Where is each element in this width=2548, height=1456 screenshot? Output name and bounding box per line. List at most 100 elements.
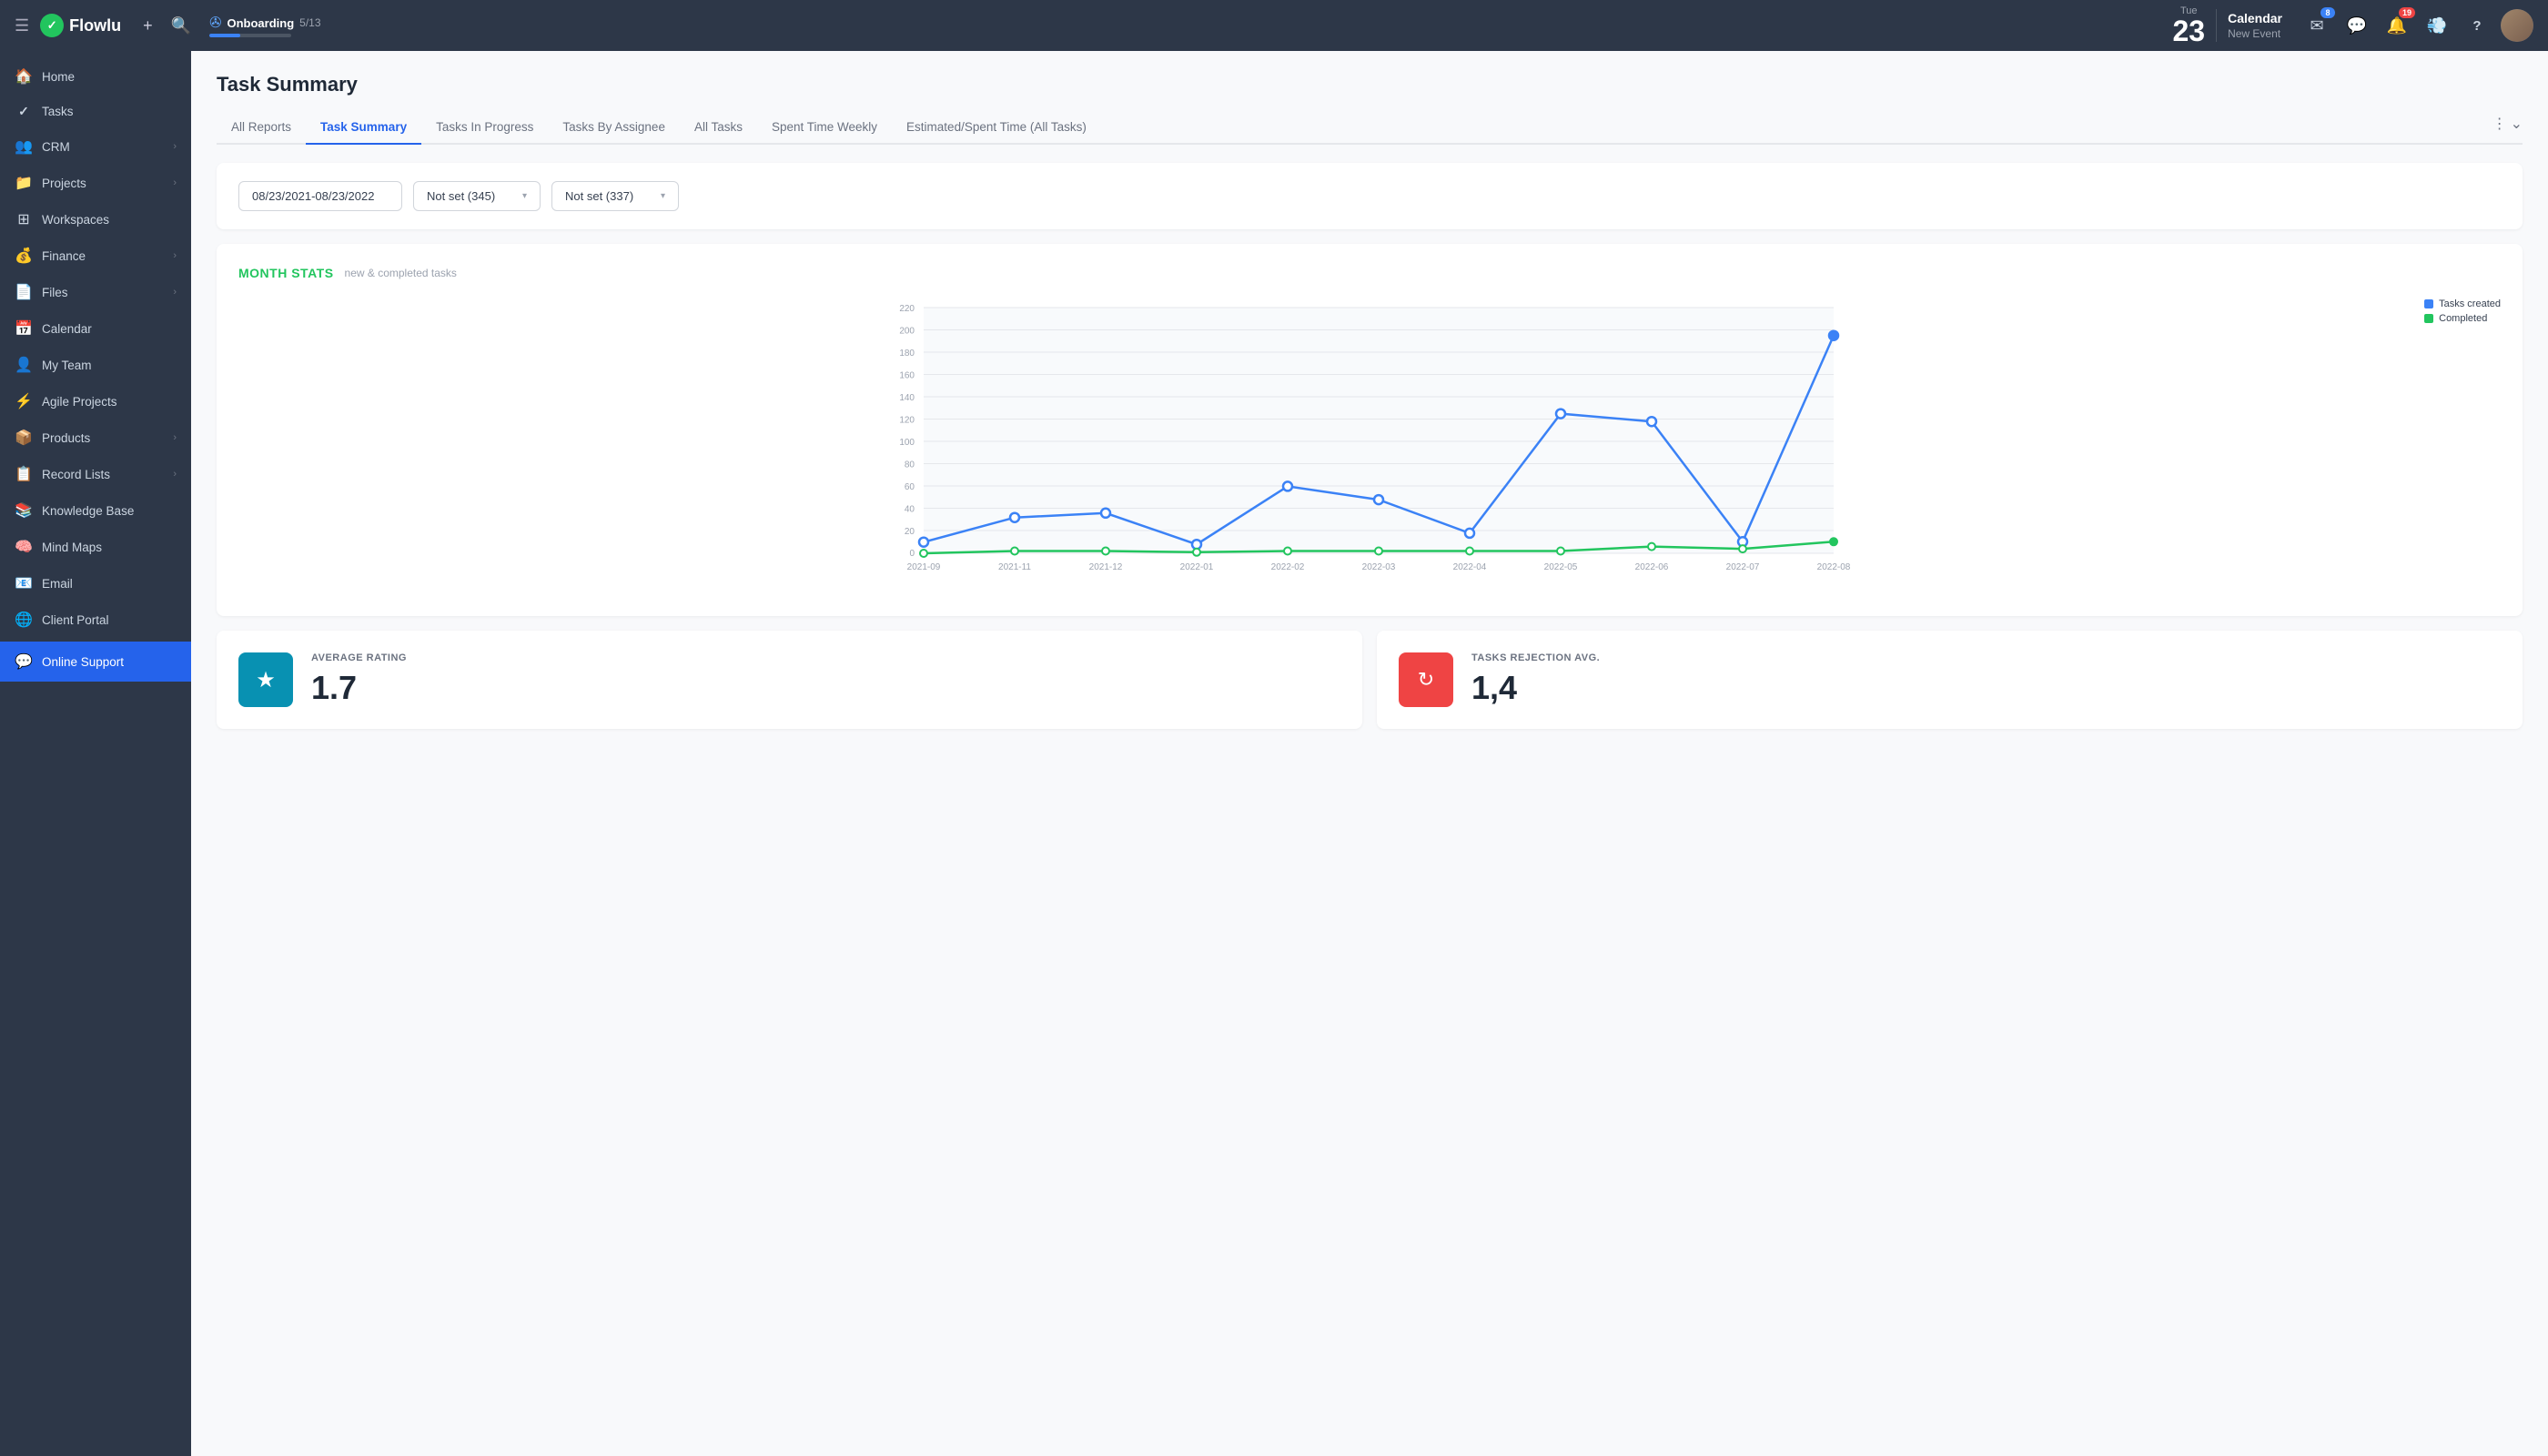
calendar-title: Calendar xyxy=(2228,11,2282,25)
sidebar-item-finance[interactable]: 💰 Finance › xyxy=(0,238,191,274)
bell-button[interactable]: 🔔 19 xyxy=(2381,9,2413,42)
date-range-value: 08/23/2021-08/23/2022 xyxy=(252,189,374,203)
y-label: 40 xyxy=(905,505,915,515)
tab-spent-time-weekly[interactable]: Spent Time Weekly xyxy=(757,111,892,143)
x-label: 2022-06 xyxy=(1635,562,1669,572)
chart-subtitle: new & completed tasks xyxy=(345,267,457,279)
chart-dot-green xyxy=(1739,545,1746,552)
calendar-section[interactable]: Calendar New Event xyxy=(2228,11,2282,40)
chart-dot-green xyxy=(1011,548,1018,555)
y-label: 0 xyxy=(909,549,915,559)
chart-container: Tasks created Completed xyxy=(238,298,2501,594)
tabs-more-icon[interactable]: ⋮ xyxy=(2492,115,2507,133)
onboarding-label: Onboarding xyxy=(227,16,294,30)
sidebar-item-calendar[interactable]: 📅 Calendar xyxy=(0,310,191,347)
calendar-sub: New Event xyxy=(2228,27,2282,40)
avg-rating-content: AVERAGE RATING 1.7 xyxy=(311,652,407,707)
hamburger-menu[interactable]: ☰ xyxy=(15,16,29,35)
chart-dot xyxy=(1556,410,1565,419)
sidebar-item-crm[interactable]: 👥 CRM › xyxy=(0,128,191,165)
chart-dot xyxy=(1192,540,1201,549)
chart-dot-green xyxy=(1830,538,1837,545)
tab-all-tasks[interactable]: All Tasks xyxy=(680,111,757,143)
sidebar-label-recordlists: Record Lists xyxy=(42,468,164,481)
bell-icon: 🔔 xyxy=(2387,16,2407,35)
main-content: Task Summary All Reports Task Summary Ta… xyxy=(191,51,2548,1456)
date-range-filter[interactable]: 08/23/2021-08/23/2022 xyxy=(238,181,402,211)
sidebar-item-email[interactable]: 📧 Email xyxy=(0,565,191,602)
comment-button[interactable]: 💨 xyxy=(2421,9,2453,42)
legend-dot-green xyxy=(2424,314,2433,323)
chevron-down-icon: ▾ xyxy=(661,191,665,201)
tasks-icon: ✓ xyxy=(15,104,33,119)
sidebar-item-myteam[interactable]: 👤 My Team xyxy=(0,347,191,383)
y-label: 100 xyxy=(899,438,915,448)
sidebar-item-knowledgebase[interactable]: 📚 Knowledge Base xyxy=(0,492,191,529)
legend-label-completed: Completed xyxy=(2439,313,2487,324)
sidebar-item-online-support[interactable]: 💬 Online Support xyxy=(0,642,191,682)
x-label: 2021-12 xyxy=(1089,562,1123,572)
chart-dot xyxy=(1374,495,1383,504)
chart-dot-green xyxy=(1193,549,1200,556)
chart-dot xyxy=(1010,513,1019,522)
onboarding-section[interactable]: ✇ Onboarding 5/13 xyxy=(209,14,320,37)
filter-select-1[interactable]: Not set (345) ▾ xyxy=(413,181,541,211)
tab-task-summary[interactable]: Task Summary xyxy=(306,111,421,143)
top-navigation: ☰ ✓ Flowlu + 🔍 ✇ Onboarding 5/13 Tue 23 … xyxy=(0,0,2548,51)
report-tabs: All Reports Task Summary Tasks In Progre… xyxy=(217,111,2523,145)
tab-estimated-spent-time[interactable]: Estimated/Spent Time (All Tasks) xyxy=(892,111,1101,143)
chat-button[interactable]: 💬 xyxy=(2341,9,2373,42)
logo-text: Flowlu xyxy=(69,16,121,35)
tab-tasks-by-assignee[interactable]: Tasks By Assignee xyxy=(548,111,680,143)
sidebar-item-projects[interactable]: 📁 Projects › xyxy=(0,165,191,201)
filter-select-2-label: Not set (337) xyxy=(565,189,633,203)
avg-rating-value: 1.7 xyxy=(311,669,407,707)
top-icon-group: ✉ 8 💬 🔔 19 💨 ? xyxy=(2300,9,2533,42)
date-day-number: 23 xyxy=(2172,16,2205,46)
sidebar-item-tasks[interactable]: ✓ Tasks xyxy=(0,95,191,128)
x-label: 2021-11 xyxy=(998,562,1031,572)
x-label: 2022-01 xyxy=(1180,562,1214,572)
projects-icon: 📁 xyxy=(15,174,33,192)
sidebar-item-products[interactable]: 📦 Products › xyxy=(0,420,191,456)
tabs-expand-icon[interactable]: ⌄ xyxy=(2511,115,2523,133)
help-button[interactable]: ? xyxy=(2461,9,2493,42)
user-avatar[interactable] xyxy=(2501,9,2533,42)
calendar-icon: 📅 xyxy=(15,319,33,338)
tab-all-reports[interactable]: All Reports xyxy=(217,111,306,143)
search-button[interactable]: 🔍 xyxy=(167,13,195,39)
x-label: 2022-05 xyxy=(1544,562,1578,572)
sidebar-item-agile[interactable]: ⚡ Agile Projects xyxy=(0,383,191,420)
sidebar-item-mindmaps[interactable]: 🧠 Mind Maps xyxy=(0,529,191,565)
rejection-icon: ↻ xyxy=(1399,652,1453,707)
chevron-right-icon: › xyxy=(173,177,177,188)
chart-dot-green xyxy=(1557,548,1564,555)
sidebar-item-workspaces[interactable]: ⊞ Workspaces xyxy=(0,201,191,238)
chart-dot-green xyxy=(920,550,927,557)
avg-rating-label: AVERAGE RATING xyxy=(311,652,407,663)
sidebar-label-files: Files xyxy=(42,286,164,299)
bell-badge: 19 xyxy=(2399,7,2415,18)
myteam-icon: 👤 xyxy=(15,356,33,374)
sidebar-label-email: Email xyxy=(42,577,177,591)
tab-tasks-in-progress[interactable]: Tasks In Progress xyxy=(421,111,548,143)
chart-dot xyxy=(1283,481,1292,490)
page-title: Task Summary xyxy=(217,73,2523,96)
sidebar-item-recordlists[interactable]: 📋 Record Lists › xyxy=(0,456,191,492)
logo-shield-icon: ✓ xyxy=(40,14,64,37)
chart-dot xyxy=(919,538,928,547)
chevron-right-icon: › xyxy=(173,250,177,261)
x-label: 2022-03 xyxy=(1362,562,1396,572)
sidebar-item-clientportal[interactable]: 🌐 Client Portal xyxy=(0,602,191,638)
mail-button[interactable]: ✉ 8 xyxy=(2300,9,2333,42)
chat-icon: 💬 xyxy=(2347,16,2367,35)
sidebar-label-home: Home xyxy=(42,70,177,84)
add-button[interactable]: + xyxy=(139,13,157,39)
sidebar-item-files[interactable]: 📄 Files › xyxy=(0,274,191,310)
filter-select-2[interactable]: Not set (337) ▾ xyxy=(551,181,679,211)
recordlists-icon: 📋 xyxy=(15,465,33,483)
sidebar-label-projects: Projects xyxy=(42,177,164,190)
y-label: 220 xyxy=(899,304,915,314)
files-icon: 📄 xyxy=(15,283,33,301)
sidebar-item-home[interactable]: 🏠 Home xyxy=(0,58,191,95)
